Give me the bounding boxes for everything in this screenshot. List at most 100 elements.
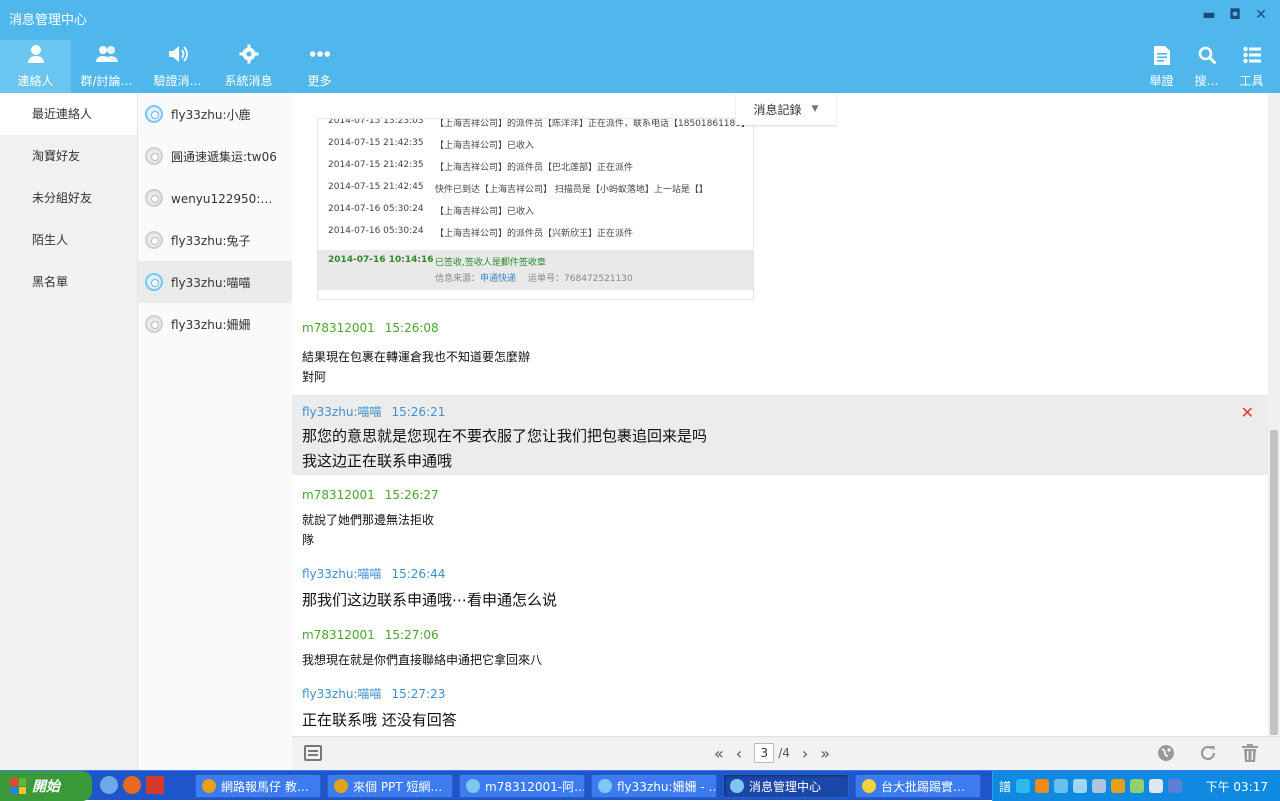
tray-icon[interactable] — [1054, 779, 1069, 793]
minimize-button[interactable]: ▬ — [1200, 6, 1218, 24]
close-button[interactable]: ✕ — [1252, 6, 1270, 24]
tray-icon[interactable] — [1092, 779, 1107, 793]
category-blacklist[interactable]: 黑名單 — [0, 261, 137, 303]
tray-icon[interactable] — [1073, 779, 1088, 793]
message-history: 2014-07-15 13:23:03 【上海吉祥公司】的派件员【陈洋洋】正在派件… — [292, 93, 1268, 736]
message-header: fly33zhu:喵喵 15:26:44 — [302, 565, 445, 582]
start-label: 開始 — [32, 779, 60, 795]
category-strangers[interactable]: 陌生人 — [0, 219, 137, 261]
next-page-button[interactable]: › — [802, 744, 808, 763]
tracking-row: 2014-07-15 21:42:45 快件已到达【上海吉祥公司】 扫描员是【小蚂… — [328, 182, 753, 204]
page-number-input[interactable]: 3 — [754, 743, 775, 763]
history-actions — [1156, 743, 1260, 763]
message-time: 15:26:27 — [384, 488, 439, 502]
globe-icon[interactable] — [1156, 743, 1176, 763]
network-icon[interactable] — [1168, 779, 1183, 793]
maximize-button[interactable]: ◘ — [1226, 6, 1244, 24]
tab-verification[interactable]: 驗證消… — [142, 40, 213, 93]
contact-item[interactable]: fly33zhu:兔子 — [138, 219, 292, 261]
message-line: 正在联系哦 还没有回答 — [302, 711, 457, 729]
tracking-time: 2014-07-16 05:30:24 — [328, 226, 424, 236]
first-page-button[interactable]: « — [714, 744, 724, 763]
message-line: 我这边正在联系申通哦 — [302, 452, 453, 470]
category-list: 最近連絡人 淘寶好友 未分組好友 陌生人 黑名單 — [0, 93, 138, 770]
category-taobao-friends[interactable]: 淘寶好友 — [0, 135, 137, 177]
message-time: 15:26:21 — [391, 405, 446, 419]
pcman-icon — [862, 779, 876, 793]
tab-more[interactable]: 更多 — [284, 40, 355, 93]
person-icon — [25, 43, 47, 65]
chat-icon — [730, 779, 744, 793]
contact-item[interactable]: fly33zhu:姍姍 — [138, 303, 292, 345]
contact-name: fly33zhu:喵喵 — [171, 275, 251, 290]
contact-item[interactable]: fly33zhu:小鹿 — [138, 93, 292, 135]
category-recent[interactable]: 最近連絡人 — [0, 93, 137, 135]
search-label: 搜… — [1194, 74, 1219, 88]
tab-label: 系統消息 — [224, 74, 273, 88]
tab-system-messages[interactable]: 系統消息 — [213, 40, 284, 93]
message-item-selected[interactable]: fly33zhu:喵喵 15:26:21 那您的意思就是您现在不要衣服了您让我们把… — [292, 395, 1268, 475]
message-history-dropdown[interactable]: 消息記錄 ▼ — [736, 93, 836, 125]
ime-indicator[interactable]: 譜 — [999, 778, 1011, 795]
contact-item[interactable]: 圓通速遞集运:tw06 — [138, 135, 292, 177]
tray-icon[interactable] — [1111, 779, 1126, 793]
task-button[interactable]: 網路報馬仔 教… — [195, 774, 321, 798]
chrome-icon — [334, 779, 348, 793]
message-panel: 2014-07-15 13:23:03 【上海吉祥公司】的派件员【陈洋洋】正在派件… — [292, 93, 1280, 770]
message-sender: m78312001 — [302, 628, 375, 642]
search-button[interactable]: 搜… — [1184, 40, 1229, 93]
task-button-active[interactable]: 消息管理中心 — [723, 774, 849, 798]
source-link[interactable]: 申通快递 — [480, 274, 516, 284]
tab-contacts[interactable]: 連絡人 — [0, 40, 71, 93]
tray-icon[interactable] — [1130, 779, 1145, 793]
message-sender: m78312001 — [302, 488, 375, 502]
vertical-scrollbar[interactable] — [1268, 93, 1280, 736]
tracking-desc: 【上海吉祥公司】的派件员【陈洋洋】正在派件，联系电话【18501861180】 — [435, 119, 750, 129]
pagination: « ‹ 3 /4 › » — [714, 743, 830, 763]
volume-icon[interactable] — [1149, 779, 1164, 793]
firefox-icon[interactable] — [123, 776, 141, 794]
refresh-icon[interactable] — [1198, 743, 1218, 763]
task-button[interactable]: fly33zhu:姍姍 - … — [591, 774, 717, 798]
keyboard-icon[interactable] — [304, 745, 322, 761]
tray-icon[interactable] — [1035, 779, 1050, 793]
avatar — [145, 273, 163, 291]
system-tray: 譜 下午 03:17 — [992, 771, 1280, 801]
tools-label: 工具 — [1239, 74, 1264, 88]
tracking-desc: 快件已到达【上海吉祥公司】 扫描员是【小蚂蚁落地】上一站是【】 — [435, 185, 708, 195]
main-toolbar: 連絡人 群/討論… 驗證消… 系統消息 更多 — [0, 40, 355, 93]
history-tab-label: 消息記錄 — [753, 102, 802, 117]
message-line: 隊 — [302, 533, 315, 547]
contact-name: fly33zhu:小鹿 — [171, 107, 251, 122]
report-button[interactable]: 舉證 — [1139, 40, 1184, 93]
tab-groups[interactable]: 群/討論… — [71, 40, 142, 93]
message-item: fly33zhu:喵喵 15:27:23 正在联系哦 还没有回答 — [292, 685, 1268, 730]
tracking-time: 2014-07-15 13:23:03 — [328, 118, 424, 126]
show-desktop-icon[interactable] — [100, 776, 118, 794]
last-page-button[interactable]: » — [820, 744, 830, 763]
tracking-row: 2014-07-16 05:30:24 【上海吉祥公司】已收入 — [328, 204, 753, 226]
prev-page-button[interactable]: ‹ — [736, 744, 742, 763]
search-icon — [1196, 44, 1218, 66]
task-button[interactable]: m78312001-阿… — [459, 774, 585, 798]
waybill-number: 768472521130 — [564, 274, 633, 284]
trash-icon[interactable] — [1240, 743, 1260, 763]
avatar — [145, 147, 163, 165]
scrollbar-thumb[interactable] — [1270, 430, 1278, 735]
task-button[interactable]: 台大批踢踢實… — [855, 774, 981, 798]
message-time: 15:27:23 — [391, 687, 446, 701]
task-button[interactable]: 來個 PPT 短網… — [327, 774, 453, 798]
category-ungrouped[interactable]: 未分組好友 — [0, 177, 137, 219]
message-manager-window: 消息管理中心 ▬ ◘ ✕ 連絡人 群/討論… 驗證消… 系統消息 更多 舉證 搜… — [0, 0, 1280, 770]
delete-message-icon[interactable]: ✕ — [1241, 403, 1254, 422]
tools-button[interactable]: 工具 — [1229, 40, 1274, 93]
contact-name: fly33zhu:兔子 — [171, 233, 251, 248]
contact-item-selected[interactable]: fly33zhu:喵喵 — [138, 261, 292, 303]
message-line: 我想現在就是你們直接聯絡申通把它拿回來八 — [302, 653, 543, 667]
tracking-row: 2014-07-15 21:42:35 【上海吉祥公司】已收入 — [328, 138, 753, 160]
start-button[interactable]: 開始 — [0, 771, 92, 801]
message-item: m78312001 15:26:08 結果現在包裹在轉運倉我也不知道要怎麼辦 對阿 — [292, 321, 1268, 385]
app-icon[interactable] — [146, 776, 164, 794]
tray-icon[interactable] — [1016, 779, 1031, 793]
contact-item[interactable]: wenyu122950:乖… — [138, 177, 292, 219]
